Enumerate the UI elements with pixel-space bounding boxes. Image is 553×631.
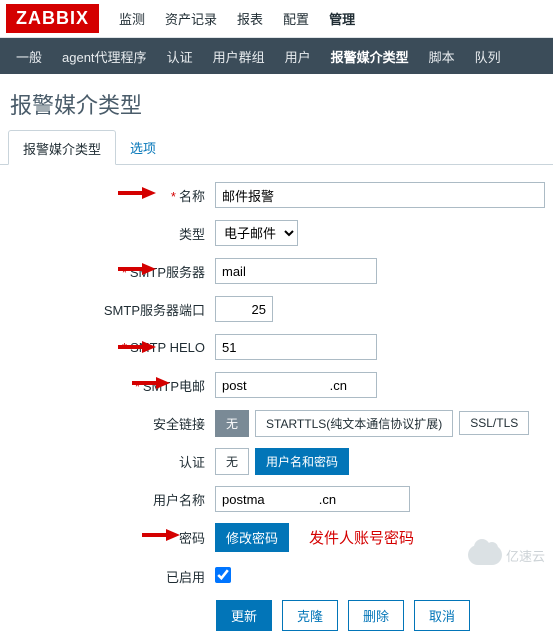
annotation-text: 发件人账号密码 <box>309 527 414 548</box>
clone-button[interactable]: 克隆 <box>282 600 338 631</box>
tab-options[interactable]: 选项 <box>116 130 170 164</box>
security-none-button[interactable]: 无 <box>215 410 249 437</box>
brand-logo[interactable]: ZABBIX <box>6 4 99 33</box>
topnav-config[interactable]: 配置 <box>273 9 319 28</box>
smtp-helo-input[interactable] <box>215 334 377 360</box>
subnav-scripts[interactable]: 脚本 <box>419 47 465 66</box>
subnav-mediatypes[interactable]: 报警媒介类型 <box>321 47 419 66</box>
auth-none-button[interactable]: 无 <box>215 448 249 475</box>
subnav-usergroups[interactable]: 用户群组 <box>203 47 275 66</box>
security-starttls-button[interactable]: STARTTLS(纯文本通信协议扩展) <box>255 410 453 437</box>
arrow-icon <box>116 186 156 200</box>
subnav-proxies[interactable]: agent代理程序 <box>52 47 157 66</box>
label-enabled: 已启用 <box>0 567 215 586</box>
label-password: 密码 <box>0 528 215 547</box>
label-smtp-server: *SMTP服务器 <box>0 262 215 281</box>
cancel-button[interactable]: 取消 <box>414 600 470 631</box>
smtp-port-input[interactable] <box>215 296 273 322</box>
subnav-queue[interactable]: 队列 <box>465 47 511 66</box>
subnav-users[interactable]: 用户 <box>275 47 321 66</box>
username-input[interactable] <box>215 486 410 512</box>
topnav-admin[interactable]: 管理 <box>319 9 365 28</box>
auth-userpass-button[interactable]: 用户名和密码 <box>255 448 349 475</box>
topnav-reports[interactable]: 报表 <box>227 9 273 28</box>
label-username: 用户名称 <box>0 490 215 509</box>
label-name: *名称 <box>0 186 215 205</box>
type-select[interactable]: 电子邮件 <box>215 220 298 246</box>
label-security: 安全链接 <box>0 414 215 433</box>
topnav-inventory[interactable]: 资产记录 <box>155 9 227 28</box>
page-title: 报警媒介类型 <box>0 74 553 130</box>
name-input[interactable] <box>215 182 545 208</box>
label-smtp-email: *SMTP电邮 <box>0 376 215 395</box>
change-password-button[interactable]: 修改密码 <box>215 523 289 552</box>
update-button[interactable]: 更新 <box>216 600 272 631</box>
security-ssltls-button[interactable]: SSL/TLS <box>459 411 529 435</box>
enabled-checkbox[interactable] <box>215 567 231 583</box>
delete-button[interactable]: 删除 <box>348 600 404 631</box>
label-smtp-port: SMTP服务器端口 <box>0 300 215 319</box>
subnav-general[interactable]: 一般 <box>6 47 52 66</box>
smtp-server-input[interactable] <box>215 258 377 284</box>
label-auth: 认证 <box>0 452 215 471</box>
cloud-icon <box>468 545 502 565</box>
label-smtp-helo: *SMTP HELO <box>0 340 215 355</box>
subnav-auth[interactable]: 认证 <box>157 47 203 66</box>
arrow-icon <box>116 340 156 354</box>
tab-mediatype[interactable]: 报警媒介类型 <box>8 130 116 165</box>
label-type: 类型 <box>0 224 215 243</box>
topnav-monitoring[interactable]: 监测 <box>109 9 155 28</box>
smtp-email-input[interactable] <box>215 372 377 398</box>
arrow-icon <box>140 528 180 542</box>
arrow-icon <box>116 262 156 276</box>
watermark: 亿速云 <box>468 545 545 565</box>
arrow-icon <box>130 376 170 390</box>
